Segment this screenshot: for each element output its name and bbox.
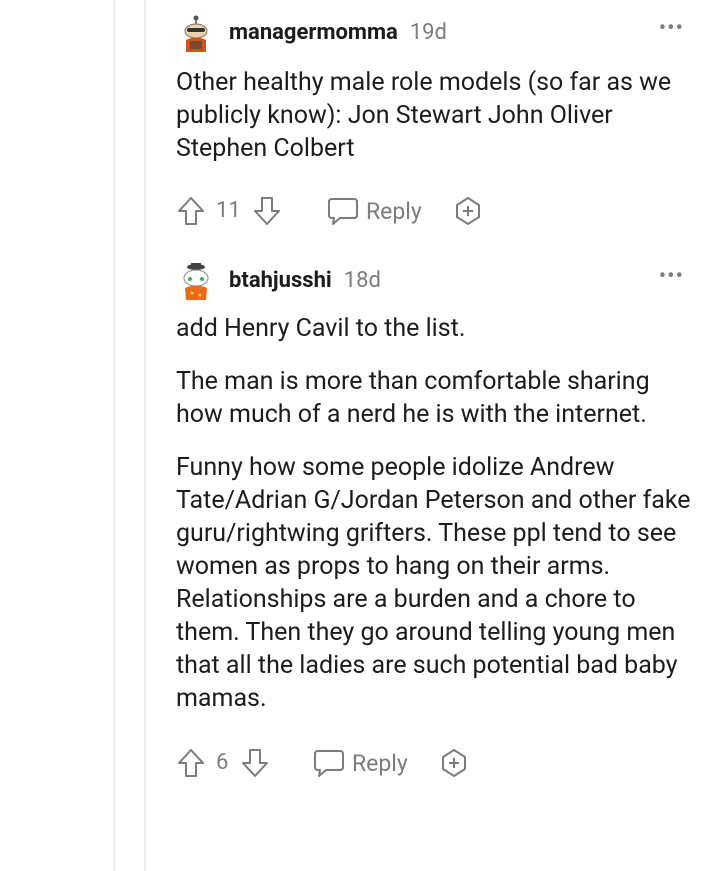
downvote-icon xyxy=(242,749,268,777)
downvote-icon xyxy=(254,197,280,225)
downvote-button[interactable] xyxy=(240,747,270,779)
comment-paragraph: The man is more than comfortable sharing… xyxy=(176,367,650,429)
comment-header: managermomma 19d ••• xyxy=(176,14,720,54)
vote-count: 6 xyxy=(216,750,229,775)
username[interactable]: managermomma 19d xyxy=(229,20,447,45)
comment-body: add Henry Cavil to the list. The man is … xyxy=(176,312,720,715)
avatar-icon[interactable] xyxy=(176,14,216,54)
comment-body: Other healthy male role models (so far a… xyxy=(176,66,720,165)
upvote-icon xyxy=(178,749,204,777)
comment-bubble-icon xyxy=(314,750,344,777)
vote-count: 11 xyxy=(216,198,241,223)
reply-label: Reply xyxy=(352,749,408,777)
comment-actions: 11 Reply xyxy=(176,195,720,235)
comment-paragraph: Other healthy male role models (so far a… xyxy=(176,68,672,163)
comment-bubble-icon xyxy=(328,198,358,225)
avatar-icon[interactable] xyxy=(176,262,216,302)
comment: managermomma 19d ••• Other healthy male r… xyxy=(176,14,720,235)
award-button[interactable] xyxy=(438,747,470,779)
comment-paragraph: add Henry Cavil to the list. xyxy=(176,314,466,343)
upvote-button[interactable] xyxy=(176,747,206,779)
thread-line-outer xyxy=(113,0,115,871)
downvote-button[interactable] xyxy=(252,195,282,227)
upvote-button[interactable] xyxy=(176,195,206,227)
username[interactable]: btahjusshi 18d xyxy=(229,268,381,293)
reply-button[interactable]: Reply xyxy=(326,195,422,227)
more-options-icon[interactable]: ••• xyxy=(659,264,684,289)
upvote-icon xyxy=(178,197,204,225)
comment-paragraph: Funny how some people idolize Andrew Tat… xyxy=(176,453,691,713)
comment-header: btahjusshi 18d ••• xyxy=(176,262,720,302)
comment: btahjusshi 18d ••• add Henry Cavil to the… xyxy=(176,262,720,787)
timestamp: 19d xyxy=(409,20,447,45)
more-options-icon[interactable]: ••• xyxy=(659,16,684,41)
award-plus-icon xyxy=(442,749,466,777)
award-button[interactable] xyxy=(452,195,484,227)
thread-line-inner xyxy=(144,0,146,871)
comment-actions: 6 Reply xyxy=(176,747,720,787)
reply-label: Reply xyxy=(366,197,422,225)
award-plus-icon xyxy=(456,197,480,225)
reply-button[interactable]: Reply xyxy=(312,747,408,779)
timestamp: 18d xyxy=(343,268,381,293)
username-text[interactable]: btahjusshi xyxy=(229,268,332,293)
username-text[interactable]: managermomma xyxy=(229,20,398,45)
